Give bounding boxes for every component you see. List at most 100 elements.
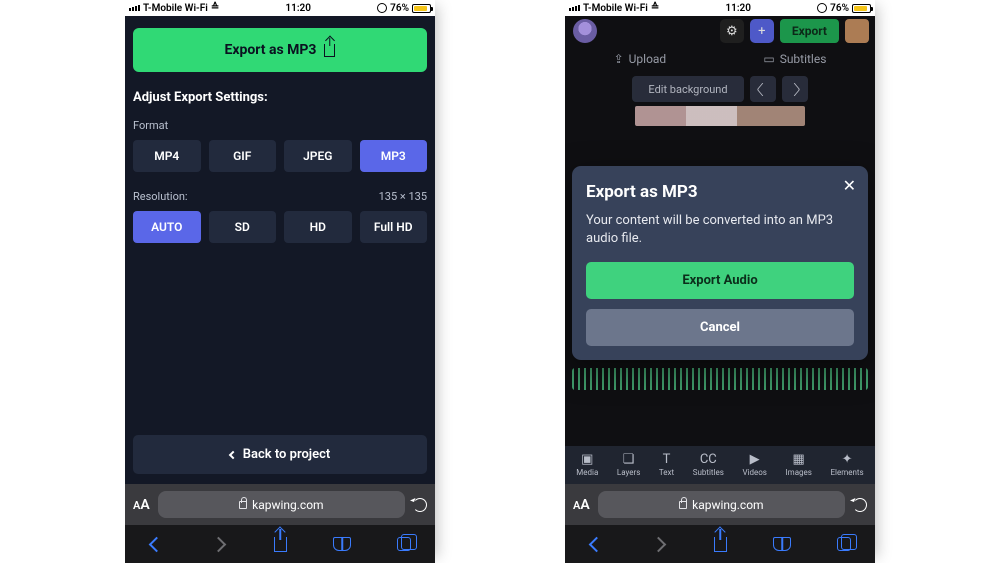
signal-bars-icon: [129, 5, 140, 11]
resolution-hd[interactable]: HD: [284, 211, 352, 243]
video-icon: ▶: [750, 453, 760, 466]
modal-title: Export as MP3: [586, 182, 854, 202]
cc-icon: CC: [700, 453, 717, 466]
export-mp3-button[interactable]: Export as MP3: [133, 28, 427, 72]
rotation-lock-icon: [817, 3, 827, 13]
audio-timeline[interactable]: [572, 368, 868, 390]
url-field[interactable]: kapwing.com: [598, 491, 845, 518]
text-size-button[interactable]: AA: [133, 497, 150, 513]
editor-screen-with-modal: ⚙ + Export ⇪Upload ▭Subtitles Edit backg…: [565, 16, 875, 484]
upload-icon: ⇪: [614, 52, 624, 66]
tab-text[interactable]: TText: [659, 453, 674, 477]
share-button[interactable]: [709, 533, 731, 555]
wifi-icon: ≙: [211, 3, 219, 13]
battery-icon: [412, 4, 431, 13]
redo-button[interactable]: [782, 76, 808, 102]
tab-media[interactable]: ▣Media: [576, 453, 598, 477]
media-icon: ▣: [581, 453, 593, 466]
safari-toolbar: [125, 525, 435, 563]
format-mp3[interactable]: MP3: [360, 140, 428, 172]
signal-bars-icon: [569, 5, 580, 11]
tabs-button[interactable]: [833, 533, 855, 555]
resolution-value: 135 × 135: [379, 190, 427, 203]
phone-screenshot-left: T-Mobile Wi-Fi ≙ 11:20 76% Export as MP3…: [125, 0, 435, 563]
safari-toolbar: [565, 525, 875, 563]
url-text: kapwing.com: [252, 498, 323, 512]
battery-icon: [852, 4, 871, 13]
upload-button[interactable]: ⇪Upload: [614, 52, 667, 66]
rotation-lock-icon: [377, 3, 387, 13]
format-label: Format: [133, 119, 427, 132]
carrier-label: T-Mobile Wi-Fi: [583, 3, 648, 14]
phone-screenshot-right: T-Mobile Wi-Fi ≙ 11:20 76% ⚙ + Export ⇪U…: [565, 0, 875, 563]
nav-forward-button[interactable]: [647, 533, 669, 555]
subtitles-icon: ▭: [763, 52, 774, 66]
format-jpeg[interactable]: JPEG: [284, 140, 352, 172]
modal-body: Your content will be converted into an M…: [586, 212, 854, 248]
resolution-auto[interactable]: AUTO: [133, 211, 201, 243]
canvas-preview: [635, 106, 805, 126]
nav-forward-button[interactable]: [207, 533, 229, 555]
back-to-project-button[interactable]: Back to project: [133, 435, 427, 474]
lock-icon: [679, 501, 687, 509]
workspace-avatar[interactable]: [573, 19, 597, 43]
back-label: Back to project: [243, 447, 331, 462]
clock: 11:20: [725, 3, 751, 14]
url-field[interactable]: kapwing.com: [158, 491, 405, 518]
layers-icon: ❏: [623, 453, 635, 466]
tab-images[interactable]: ▦Images: [786, 453, 812, 477]
editor-bottom-tabs: ▣Media ❏Layers TText CCSubtitles ▶Videos…: [565, 446, 875, 484]
safari-address-bar: AA kapwing.com: [565, 484, 875, 525]
resolution-sd[interactable]: SD: [209, 211, 277, 243]
close-icon[interactable]: ✕: [841, 176, 858, 196]
export-audio-button[interactable]: Export Audio: [586, 262, 854, 299]
nav-back-button[interactable]: [585, 533, 607, 555]
settings-gear-icon[interactable]: ⚙: [720, 19, 744, 43]
bookmarks-button[interactable]: [331, 533, 353, 555]
tab-subtitles[interactable]: CCSubtitles: [693, 453, 724, 477]
subtitles-button[interactable]: ▭Subtitles: [763, 52, 826, 66]
export-button[interactable]: Export: [780, 19, 839, 43]
image-icon: ▦: [793, 453, 805, 466]
export-settings-screen: Export as MP3 Adjust Export Settings: Fo…: [125, 16, 435, 484]
status-bar: T-Mobile Wi-Fi ≙ 11:20 76%: [125, 0, 435, 16]
tabs-button[interactable]: [393, 533, 415, 555]
nav-back-button[interactable]: [145, 533, 167, 555]
cancel-button[interactable]: Cancel: [586, 309, 854, 346]
tab-videos[interactable]: ▶Videos: [742, 453, 766, 477]
safari-address-bar: AA kapwing.com: [125, 484, 435, 525]
export-icon: [324, 44, 335, 57]
lock-icon: [239, 501, 247, 509]
share-button[interactable]: [269, 533, 291, 555]
bookmarks-button[interactable]: [771, 533, 793, 555]
user-avatar[interactable]: [845, 19, 869, 43]
resolution-label: Resolution:: [133, 190, 188, 203]
tab-layers[interactable]: ❏Layers: [617, 453, 640, 477]
resolution-fullhd[interactable]: Full HD: [360, 211, 428, 243]
carrier-label: T-Mobile Wi-Fi: [143, 3, 208, 14]
editor-secondary-row: ⇪Upload ▭Subtitles: [565, 46, 875, 72]
clock: 11:20: [285, 3, 311, 14]
export-confirm-modal: ✕ Export as MP3 Your content will be con…: [572, 166, 868, 360]
reload-icon[interactable]: [413, 498, 427, 512]
editor-tertiary-row: Edit background: [565, 72, 875, 106]
url-text: kapwing.com: [692, 498, 763, 512]
reload-icon[interactable]: [853, 498, 867, 512]
editor-topbar: ⚙ + Export: [565, 16, 875, 46]
chevron-left-icon: [228, 450, 236, 458]
format-gif[interactable]: GIF: [209, 140, 277, 172]
edit-background-button[interactable]: Edit background: [632, 76, 743, 102]
undo-button[interactable]: [750, 76, 776, 102]
format-options: MP4 GIF JPEG MP3: [133, 140, 427, 172]
battery-pct: 76%: [390, 3, 409, 14]
export-button-label: Export as MP3: [225, 42, 317, 58]
add-user-icon[interactable]: +: [750, 19, 774, 43]
wifi-icon: ≙: [651, 3, 659, 13]
tab-elements[interactable]: ✦Elements: [830, 453, 863, 477]
format-mp4[interactable]: MP4: [133, 140, 201, 172]
text-icon: T: [663, 453, 671, 466]
status-bar: T-Mobile Wi-Fi ≙ 11:20 76%: [565, 0, 875, 16]
text-size-button[interactable]: AA: [573, 497, 590, 513]
settings-heading: Adjust Export Settings:: [133, 90, 427, 105]
battery-pct: 76%: [830, 3, 849, 14]
